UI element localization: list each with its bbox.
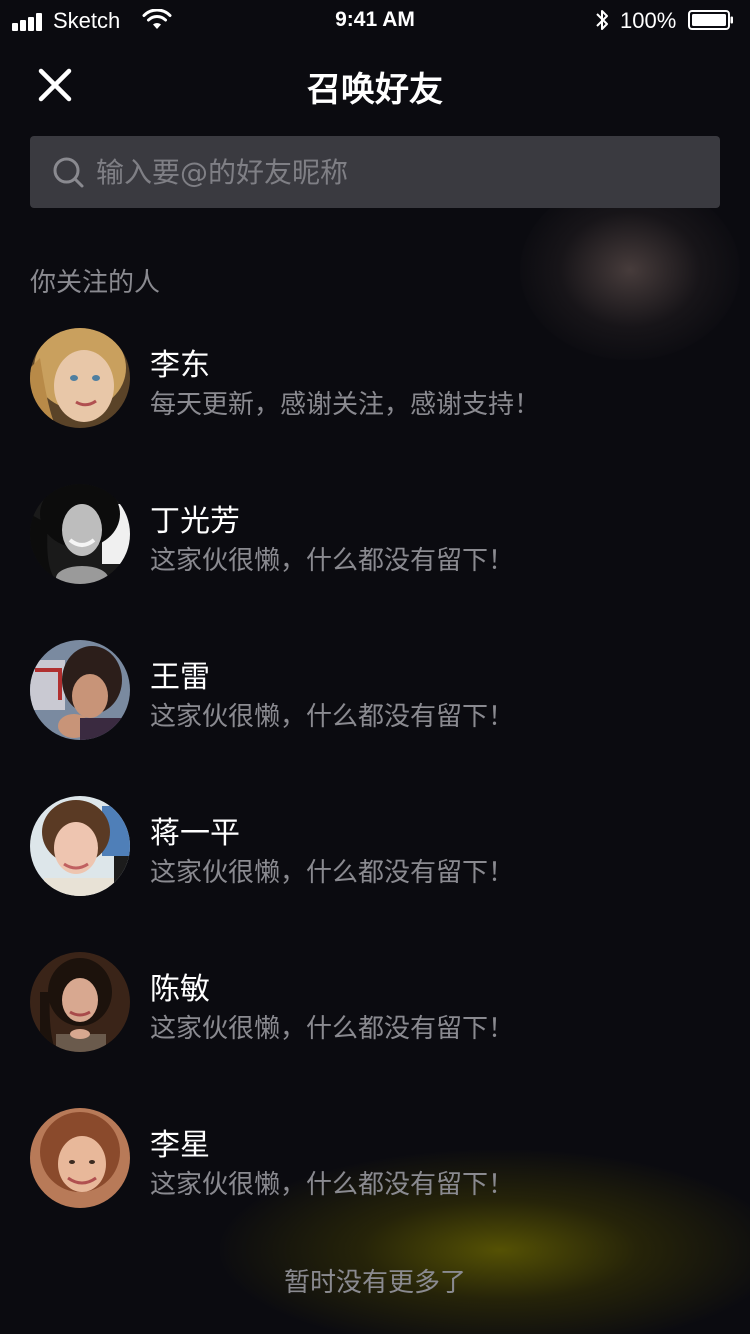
friend-item[interactable]: 王雷 这家伙很懒，什么都没有留下！ [0,640,750,750]
friend-bio: 每天更新，感谢关注，感谢支持！ [150,390,541,420]
friend-name: 李星 [150,1128,210,1163]
status-bar: Sketch 9:41 AM 100% [0,0,750,40]
page-title: 召唤好友 [307,70,443,110]
search-input[interactable] [96,136,696,208]
friend-name: 丁光芳 [150,504,240,539]
avatar [30,1108,130,1208]
avatar [30,640,130,740]
avatar [30,328,130,428]
friend-bio: 这家伙很懒，什么都没有留下！ [150,858,515,888]
friend-name: 王雷 [150,660,210,695]
battery-icon [688,10,733,30]
friend-bio: 这家伙很懒，什么都没有留下！ [150,1014,515,1044]
friend-item[interactable]: 丁光芳 这家伙很懒，什么都没有留下！ [0,484,750,594]
friend-name: 李东 [150,348,210,383]
friend-item[interactable]: 蒋一平 这家伙很懒，什么都没有留下！ [0,796,750,906]
avatar [30,952,130,1052]
no-more-text: 暂时没有更多了 [283,1268,466,1298]
friend-bio: 这家伙很懒，什么都没有留下！ [150,1170,515,1200]
battery-percent: 100% [620,8,677,33]
friend-item[interactable]: 李东 每天更新，感谢关注，感谢支持！ [0,328,750,438]
search-icon [53,157,84,188]
avatar [30,796,130,896]
friend-bio: 这家伙很懒，什么都没有留下！ [150,546,515,576]
friend-name: 陈敏 [150,972,210,1007]
search-box[interactable] [30,136,720,208]
friend-item[interactable]: 陈敏 这家伙很懒，什么都没有留下！ [0,952,750,1062]
section-title: 你关注的人 [30,268,161,298]
bluetooth-icon [596,10,608,30]
friend-item[interactable]: 李星 这家伙很懒，什么都没有留下！ [0,1108,750,1218]
friend-name: 蒋一平 [150,816,240,851]
friend-bio: 这家伙很懒，什么都没有留下！ [150,702,515,732]
avatar [30,484,130,584]
